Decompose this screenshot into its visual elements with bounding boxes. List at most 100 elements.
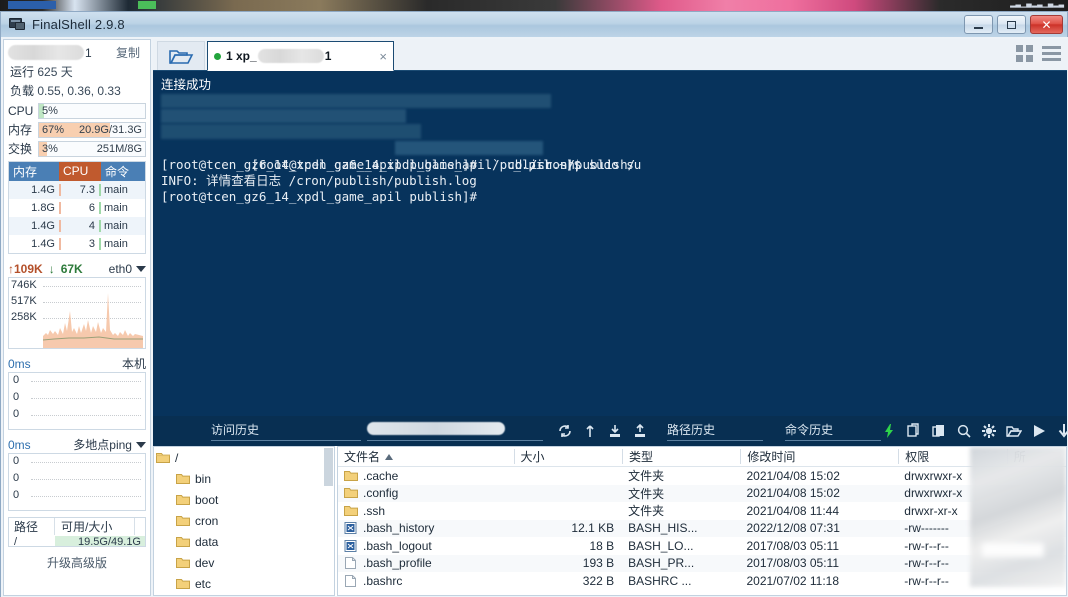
file-mtime: 2017/08/03 05:11 (746, 556, 840, 571)
grid-view-icon[interactable] (1016, 45, 1033, 62)
search-icon[interactable] (956, 423, 972, 439)
sidebar-item-home[interactable]: − home (154, 594, 334, 595)
disk-header-usage: 可用/大小 (55, 518, 135, 535)
terminal-session-tab[interactable]: 1 xp_ 1 × (207, 41, 394, 71)
upload-from-disk-icon[interactable] (632, 423, 648, 439)
sidebar-item-cron[interactable]: cron (154, 510, 334, 531)
memory-meter-percent: 67% (42, 123, 65, 136)
tab-bar-actions (1016, 45, 1061, 62)
file-mtime: 2021/04/08 15:02 (746, 486, 840, 501)
terminal-line-redacted (161, 93, 1067, 109)
network-download-value: 67K (60, 261, 83, 276)
close-icon[interactable]: × (373, 49, 387, 64)
sidebar-item-dev[interactable]: dev (154, 552, 334, 573)
column-header-size[interactable]: 大小 (513, 449, 623, 464)
host-suffix: 1 (85, 45, 92, 60)
terminal-output[interactable]: 连接成功 _.pil ~]$ sudo su [root@tcen_gz6_14… (153, 71, 1067, 416)
table-row[interactable]: 1.8G 6 main (9, 199, 145, 217)
table-row[interactable]: 1.4G 3 main (9, 235, 145, 253)
table-row[interactable]: .cache 文件夹 2021/04/08 15:02 drwxrwxr-x (338, 467, 1066, 485)
disk-usage-table: 路径 可用/大小 / 19.5G/49.1G (8, 517, 146, 547)
window-title: FinalShell 2.9.8 (32, 17, 125, 32)
play-icon[interactable] (1031, 423, 1047, 439)
disk-path: / (14, 536, 18, 547)
table-row[interactable]: .bash_history 12.1 KB BASH_HIS... 2022/1… (338, 519, 1066, 537)
file-browser: / bin boot cron data dev etc 文件名 大小 类型 修… (153, 446, 1067, 596)
ping-multi-latency: 0ms (8, 437, 31, 452)
host-redacted (8, 45, 84, 60)
table-row[interactable]: .config 文件夹 2021/04/08 15:02 drwxrwxr-x (338, 484, 1066, 502)
sidebar-item-etc[interactable]: etc (154, 573, 334, 594)
file-mtime: 2021/04/08 11:44 (746, 503, 840, 518)
tree-scrollbar-thumb[interactable] (324, 448, 333, 486)
file-name: .bashrc (363, 573, 403, 588)
table-row[interactable]: .bash_profile 193 B BASH_PR... 2017/08/0… (338, 554, 1066, 572)
window-titlebar[interactable]: FinalShell 2.9.8 ✕ (1, 12, 1067, 37)
terminal-line: INFO: 详情查看日志 /cron/publish/publish.log (161, 173, 477, 188)
refresh-icon[interactable] (557, 423, 573, 439)
file-type: 文件夹 (628, 486, 665, 501)
copy-button[interactable]: 复制 (116, 44, 146, 61)
download-to-disk-icon[interactable] (607, 423, 623, 439)
sidebar-item-boot[interactable]: boot (154, 489, 334, 510)
chevron-down-icon[interactable] (136, 265, 146, 272)
directory-tree[interactable]: / bin boot cron data dev etc (153, 446, 335, 596)
column-header-type[interactable]: 类型 (622, 449, 740, 464)
download-arrow-icon: ↓ (48, 261, 55, 276)
network-interface-select[interactable]: eth0 (109, 262, 132, 276)
table-row[interactable]: / 19.5G/49.1G (9, 535, 145, 547)
ping-multi-scope[interactable]: 多地点ping (73, 436, 132, 453)
column-header-mtime[interactable]: 修改时间 (740, 449, 898, 464)
process-command: main (104, 202, 128, 214)
process-header-cpu[interactable]: CPU (59, 162, 101, 181)
table-row[interactable]: 1.4G 7.3 main (9, 181, 145, 199)
copy-icon[interactable] (906, 423, 922, 439)
swap-meter-detail: 251M/8G (96, 142, 142, 155)
upgrade-link[interactable]: 升级高级版 (4, 554, 150, 571)
sidebar-item-data[interactable]: data (154, 531, 334, 552)
uptime-value: 625 天 (37, 65, 73, 79)
swap-meter: 交换 3% 251M/8G (8, 140, 146, 157)
paste-icon[interactable] (931, 423, 947, 439)
process-header-memory[interactable]: 内存 (9, 163, 59, 180)
minimize-button[interactable] (964, 15, 993, 34)
sidebar-item-bin[interactable]: bin (154, 468, 334, 489)
load-label: 负载 (10, 84, 35, 98)
column-header-name[interactable]: 文件名 (338, 449, 514, 464)
lightning-icon[interactable] (881, 423, 897, 439)
table-row[interactable]: 1.4G 4 main (9, 217, 145, 235)
file-mtime: 2021/07/02 11:18 (746, 573, 840, 588)
gear-icon[interactable] (981, 423, 997, 439)
visit-history-label: 访问历史 (211, 421, 361, 441)
maximize-button[interactable] (997, 15, 1026, 34)
tree-node-root[interactable]: / (154, 447, 334, 468)
process-header-command[interactable]: 命令 (101, 163, 145, 180)
ping-local-scope[interactable]: 本机 (122, 355, 146, 372)
file-type: BASHRC ... (628, 573, 692, 588)
load-row: 负载 0.55, 0.36, 0.33 (4, 81, 150, 100)
open-folder-icon[interactable] (1006, 423, 1022, 439)
file-manager-tab[interactable] (157, 41, 205, 70)
disk-usage: 19.5G/49.1G (55, 536, 145, 546)
path-history-field[interactable]: 路径历史 (667, 422, 763, 441)
process-cpu: 3 (59, 238, 101, 250)
download-icon[interactable] (1056, 423, 1068, 439)
chevron-down-icon[interactable] (136, 441, 146, 448)
file-blank-icon (344, 557, 358, 570)
ping-multi-y-1: 0 (13, 455, 20, 467)
window-controls: ✕ (964, 15, 1063, 34)
terminal-action-icons (881, 423, 1068, 439)
file-blank-icon (344, 574, 358, 587)
network-header: ↑ 109K ↓ 67K eth0 (8, 260, 146, 277)
table-row[interactable]: .ssh 文件夹 2021/04/08 11:44 drwxr-xr-x (338, 502, 1066, 520)
memory-meter-bar: 67% 20.9G/31.3G (38, 121, 146, 138)
command-history-field[interactable]: 命令历史 (785, 422, 881, 441)
close-button[interactable]: ✕ (1030, 15, 1063, 34)
visit-history-field[interactable]: 访问历史 (211, 422, 361, 441)
upload-arrow-icon[interactable] (582, 423, 598, 439)
menu-icon[interactable] (1042, 46, 1061, 61)
folder-icon (344, 487, 358, 499)
table-row[interactable]: .bashrc 322 B BASHRC ... 2021/07/02 11:1… (338, 572, 1066, 590)
address-field[interactable] (367, 421, 543, 441)
table-row[interactable]: .bash_logout 18 B BASH_LO... 2017/08/03 … (338, 537, 1066, 555)
